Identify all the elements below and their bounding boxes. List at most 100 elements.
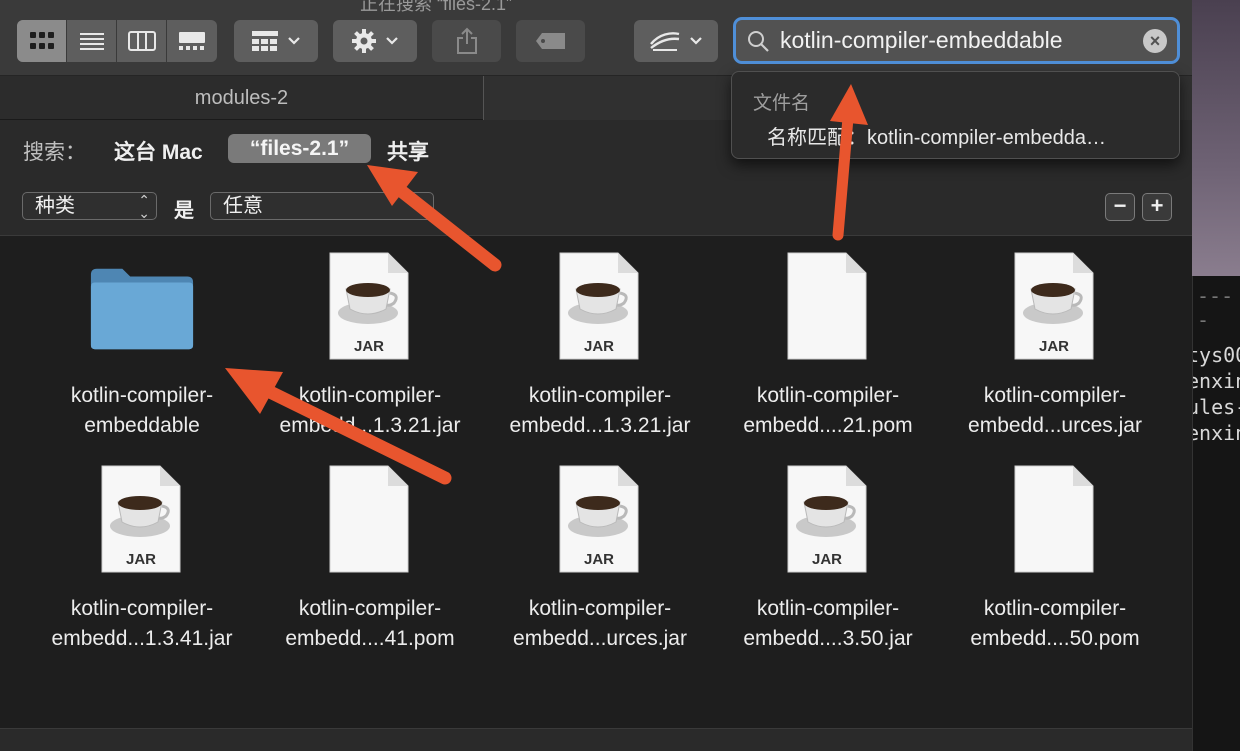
file-name-line: embedd...urces.jar: [968, 414, 1142, 437]
file-name-line: embedd...1.3.21.jar: [279, 414, 461, 437]
scope-label: 搜索：: [23, 141, 86, 164]
tag-button[interactable]: [516, 20, 585, 62]
file-name-label: kotlin-compiler-embeddable: [28, 381, 256, 441]
file-name-label: kotlin-compiler-embedd...1.3.41.jar: [28, 594, 256, 654]
file-name-line: kotlin-compiler-: [528, 384, 672, 407]
gallery-view-button[interactable]: [167, 20, 217, 62]
scope-this-mac[interactable]: 这台 Mac: [114, 136, 203, 166]
add-criteria-button[interactable]: +: [1142, 193, 1172, 221]
file-name-label: kotlin-compiler-embedd....50.pom: [941, 594, 1169, 654]
file-name-line: embedd....21.pom: [743, 414, 913, 437]
jar-badge-text: JAR: [812, 551, 842, 568]
jar-badge-text: JAR: [126, 551, 156, 568]
scope-shared[interactable]: 共享: [387, 136, 429, 166]
share-button[interactable]: [432, 20, 501, 62]
criteria-attribute-value: 种类: [35, 195, 75, 217]
jar-file-icon: JAR: [559, 252, 639, 360]
file-name-line: kotlin-compiler-: [298, 597, 442, 620]
finder-toolbar: 正在搜索 “files-2.1” kotlin-compiler-embedda…: [0, 0, 1192, 76]
file-item[interactable]: JAR kotlin-compiler-embedd...urces.jar: [941, 237, 1169, 447]
file-item[interactable]: JAR kotlin-compiler-embedd....3.50.jar: [714, 450, 942, 660]
suggestion-header: 文件名: [753, 93, 811, 114]
document-icon: [787, 252, 867, 360]
file-item[interactable]: JAR kotlin-compiler-embedd...1.3.21.jar: [486, 237, 714, 447]
file-name-line: embedd....41.pom: [285, 627, 455, 650]
column-view-button[interactable]: [117, 20, 167, 62]
file-name-line: kotlin-compiler-: [70, 597, 214, 620]
tag-icon: [535, 33, 565, 49]
jar-badge-text: JAR: [584, 338, 614, 355]
file-item[interactable]: JAR kotlin-compiler-embedd...1.3.21.jar: [256, 237, 484, 447]
gear-icon: [352, 29, 376, 53]
criteria-value-popup[interactable]: 任意: [210, 192, 434, 220]
document-icon: [329, 465, 409, 573]
file-name-line: embedd....50.pom: [970, 627, 1140, 650]
chevron-down-icon: [690, 37, 702, 45]
terminal-line: ules-: [1193, 395, 1240, 419]
remove-criteria-button[interactable]: −: [1105, 193, 1135, 221]
file-item[interactable]: JAR kotlin-compiler-embedd...urces.jar: [486, 450, 714, 660]
icon-view-button[interactable]: [17, 20, 67, 62]
search-input[interactable]: kotlin-compiler-embeddable: [780, 27, 1143, 54]
chevron-down-icon: [386, 37, 398, 45]
file-name-line: embedd...urces.jar: [513, 627, 687, 650]
file-name-line: embedd...1.3.21.jar: [509, 414, 691, 437]
extra-toolbar-button[interactable]: [634, 20, 718, 62]
criteria-operator: 是: [174, 200, 194, 222]
terminal-separator: ----: [1197, 284, 1234, 332]
jar-file-icon: JAR: [101, 465, 181, 573]
jar-badge-text: JAR: [354, 338, 384, 355]
criteria-value: 任意: [223, 195, 263, 217]
file-name-line: kotlin-compiler-: [528, 597, 672, 620]
tab-modules-2[interactable]: modules-2: [0, 76, 484, 120]
jar-file-icon: JAR: [1014, 252, 1094, 360]
file-name-label: kotlin-compiler-embedd...urces.jar: [486, 594, 714, 654]
file-name-line: kotlin-compiler-: [756, 597, 900, 620]
terminal-line: enxin: [1193, 369, 1240, 393]
file-item[interactable]: kotlin-compiler-embedd....50.pom: [941, 450, 1169, 660]
group-by-icon: [252, 31, 278, 51]
file-name-line: embedd....3.50.jar: [743, 627, 913, 650]
action-menu-button[interactable]: [333, 20, 417, 62]
file-name-line: kotlin-compiler-: [70, 384, 214, 407]
criteria-attribute-popup[interactable]: 种类 ⌃ ⌄: [22, 192, 157, 220]
file-name-label: kotlin-compiler-embedd....3.50.jar: [714, 594, 942, 654]
search-icon: [748, 30, 769, 52]
icon-view-icon: [29, 32, 54, 49]
file-name-line: embeddable: [84, 414, 200, 437]
file-item[interactable]: JAR kotlin-compiler-embedd...1.3.41.jar: [28, 450, 256, 660]
file-name-label: kotlin-compiler-embedd...1.3.21.jar: [486, 381, 714, 441]
suggestion-name-matches[interactable]: 名称匹配：kotlin-compiler-embedda…: [767, 121, 1106, 150]
file-name-line: kotlin-compiler-: [983, 597, 1127, 620]
search-results-grid: kotlin-compiler-embeddable JAR kotlin-comp…: [0, 237, 1192, 751]
file-name-line: embedd...1.3.41.jar: [51, 627, 233, 650]
jar-file-icon: JAR: [329, 252, 409, 360]
desktop-background: [1192, 0, 1240, 276]
jar-badge-text: JAR: [584, 551, 614, 568]
document-icon: [1014, 465, 1094, 573]
column-view-icon: [127, 31, 156, 51]
view-mode-control: [17, 20, 217, 62]
terminal-line: enxin: [1193, 421, 1240, 445]
jar-file-icon: JAR: [559, 465, 639, 573]
group-by-button[interactable]: [234, 20, 318, 62]
file-name-label: kotlin-compiler-embedd....41.pom: [256, 594, 484, 654]
jar-file-icon: JAR: [787, 465, 867, 573]
file-item[interactable]: kotlin-compiler-embedd....41.pom: [256, 450, 484, 660]
scope-current-folder[interactable]: “files-2.1”: [228, 134, 371, 163]
search-suggestion-menu: 文件名 名称匹配：kotlin-compiler-embedda…: [731, 71, 1180, 159]
file-name-line: kotlin-compiler-: [983, 384, 1127, 407]
clear-search-button[interactable]: ×: [1143, 28, 1167, 53]
file-name-label: kotlin-compiler-embedd...1.3.21.jar: [256, 381, 484, 441]
folder-item[interactable]: kotlin-compiler-embeddable: [28, 237, 256, 447]
stepper-arrows-icon: ⌃ ⌄: [138, 192, 150, 221]
folder-icon: [90, 268, 194, 350]
search-field[interactable]: kotlin-compiler-embeddable ×: [733, 17, 1180, 64]
file-item[interactable]: kotlin-compiler-embedd....21.pom: [714, 237, 942, 447]
list-view-button[interactable]: [67, 20, 117, 62]
jar-badge-text: JAR: [1039, 338, 1069, 355]
window-title: 正在搜索 “files-2.1”: [360, 0, 513, 14]
file-name-line: kotlin-compiler-: [756, 384, 900, 407]
file-name-line: kotlin-compiler-: [298, 384, 442, 407]
terminal-window: ---- tys00 enxin ules- enxin: [1192, 276, 1240, 751]
